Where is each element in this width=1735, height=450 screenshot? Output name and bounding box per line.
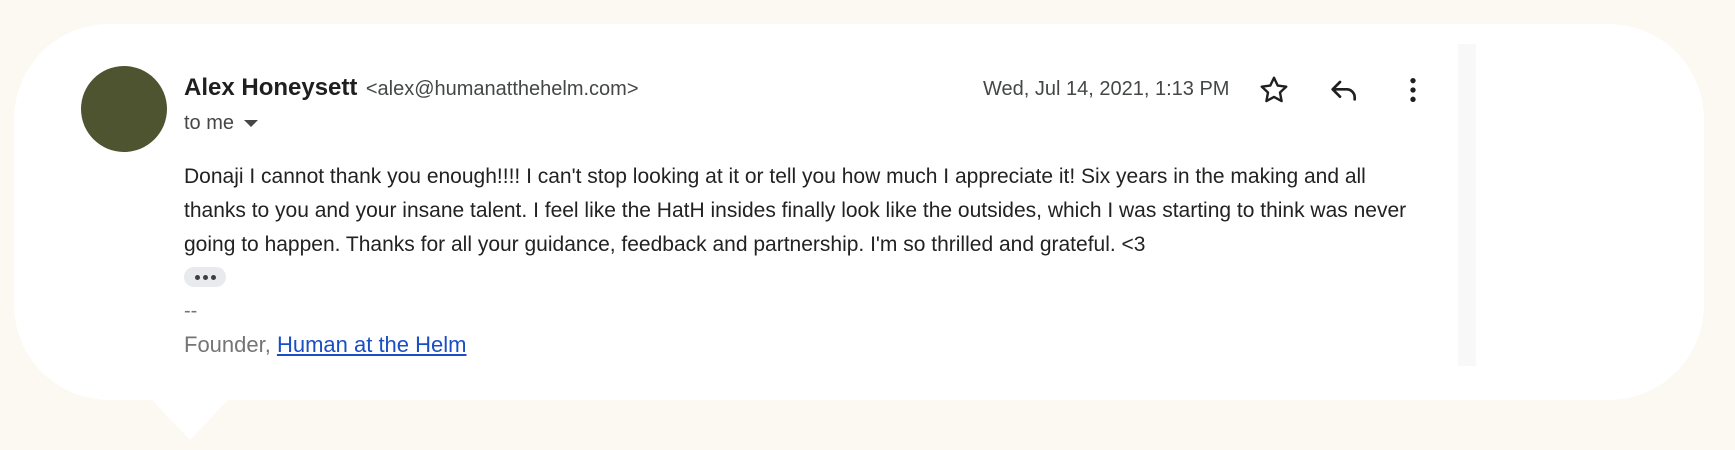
- dot: [210, 274, 216, 280]
- recipient-line[interactable]: to me: [184, 112, 259, 135]
- dot: [202, 274, 208, 280]
- message-date: Wed, Jul 14, 2021, 1:13 PM: [983, 78, 1230, 100]
- signature-separator: --: [184, 300, 198, 322]
- reply-icon: [1331, 80, 1356, 101]
- star-button[interactable]: [1254, 70, 1294, 110]
- chevron-down-icon[interactable]: [244, 120, 259, 127]
- more-vert-icon: [1410, 78, 1416, 102]
- show-trimmed-content-button[interactable]: [184, 267, 226, 287]
- signature: Founder, Human at the Helm: [184, 332, 466, 358]
- sender-line: Alex Honeysett <alex@humanatthehelm.com>: [184, 74, 639, 102]
- reply-button[interactable]: [1324, 70, 1364, 110]
- message-body: Donaji I cannot thank you enough!!!! I c…: [184, 165, 1407, 256]
- star-icon: [1260, 76, 1288, 103]
- signature-prefix: Founder,: [184, 332, 277, 357]
- sender-email: <alex@humanatthehelm.com>: [365, 78, 639, 100]
- scroll-gutter: [1458, 44, 1476, 366]
- avatar[interactable]: [81, 66, 167, 152]
- dot: [194, 274, 200, 280]
- bubble-tail: [148, 396, 232, 440]
- signature-link[interactable]: Human at the Helm: [277, 332, 467, 357]
- more-options-button[interactable]: [1393, 70, 1433, 110]
- sender-name[interactable]: Alex Honeysett: [184, 74, 357, 101]
- recipient-label: to me: [184, 112, 235, 134]
